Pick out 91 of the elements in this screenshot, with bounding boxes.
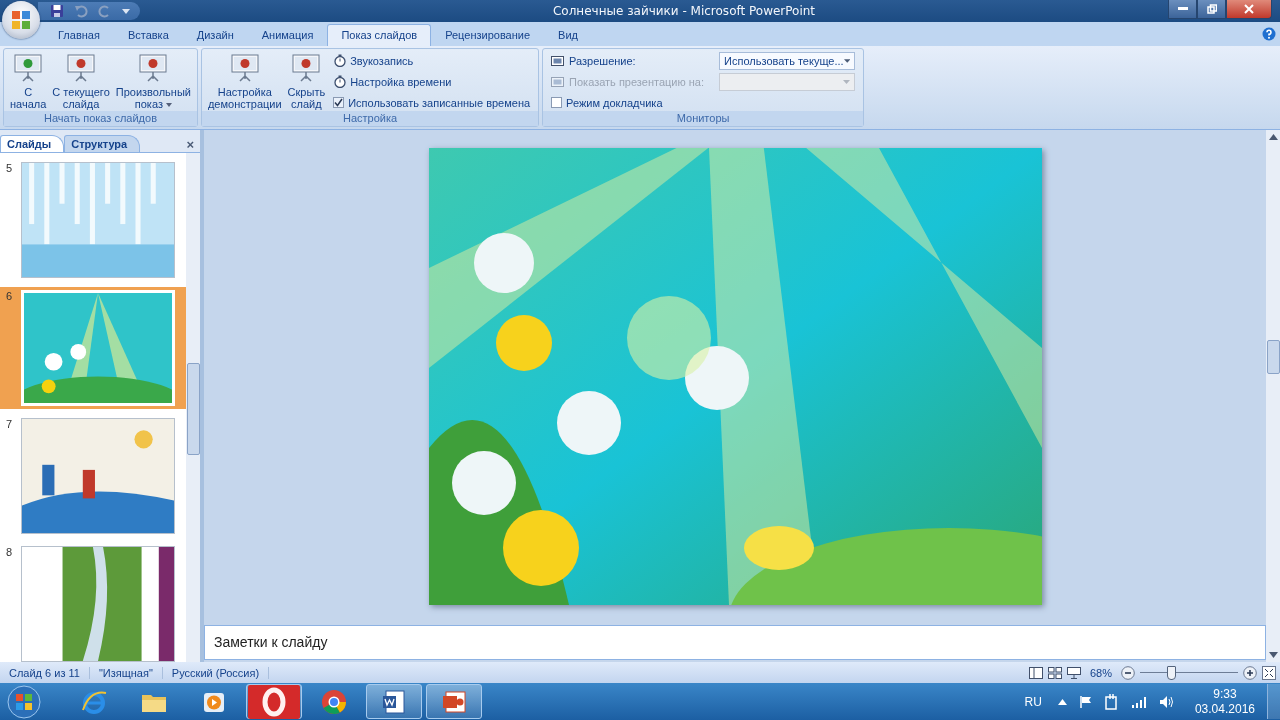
group-label: Настройка: [201, 111, 539, 126]
scroll-up-icon[interactable]: [1268, 134, 1278, 140]
slide-thumbnail-row[interactable]: 7: [0, 415, 186, 537]
start-button[interactable]: [6, 683, 42, 720]
group-label: Начать показ слайдов: [4, 111, 197, 126]
zoom-level[interactable]: 68%: [1089, 666, 1112, 679]
slide-number: 8: [6, 546, 14, 558]
office-button[interactable]: [2, 1, 40, 39]
signal-icon[interactable]: [1130, 694, 1147, 709]
checkbox[interactable]: [333, 97, 345, 108]
status-text: Слайд 6 из 11: [0, 666, 90, 679]
dropdown-label: Разрешение:: [569, 54, 637, 67]
ribbon-button[interactable]: Настройка времени: [350, 75, 452, 88]
panel-tab[interactable]: Слайды: [0, 135, 65, 152]
dropdown[interactable]: Использовать текуще...: [719, 51, 856, 70]
ribbon-tab[interactable]: Рецензирование: [431, 24, 545, 46]
clock-time: 9:33: [1213, 686, 1237, 702]
panel-tab[interactable]: Структура: [64, 135, 141, 152]
clock-date: 03.04.2016: [1194, 701, 1255, 717]
taskbar-button[interactable]: [366, 684, 422, 719]
projector-icon: [290, 52, 323, 84]
big-button-label[interactable]: Скрыть слайд: [287, 86, 326, 110]
big-button-label[interactable]: Произвольный показ: [115, 86, 191, 110]
projector-icon: [65, 52, 98, 84]
normal-view-icon[interactable]: [1028, 666, 1043, 679]
projector-icon: [228, 52, 261, 84]
ribbon-tab[interactable]: Главная: [44, 24, 114, 46]
close-button[interactable]: ×: [186, 137, 194, 152]
status-text: "Изящная": [89, 666, 163, 679]
slide-thumbnail-row[interactable]: 8: [0, 543, 186, 662]
slide-thumbnail-row[interactable]: 5: [0, 159, 186, 281]
stopwatch-icon: [333, 54, 347, 67]
save-icon[interactable]: [50, 4, 64, 18]
flag-icon[interactable]: [1078, 694, 1093, 709]
stopwatch-icon: [333, 75, 347, 88]
monitor-icon: [551, 75, 566, 88]
group-label: Мониторы: [543, 111, 864, 126]
slide-number: 6: [6, 290, 14, 302]
checkbox-label: Режим докладчика: [566, 96, 663, 109]
ribbon-tab[interactable]: Анимация: [247, 24, 328, 46]
ribbon-tab[interactable]: Вставка: [113, 24, 183, 46]
minimize-icon: [1177, 7, 1188, 11]
notes-field[interactable]: Заметки к слайду: [204, 625, 1266, 660]
slide-number: 5: [6, 162, 14, 174]
ribbon-tab[interactable]: Показ слайдов: [327, 24, 432, 46]
grid-view-icon[interactable]: [1047, 666, 1062, 679]
fit-to-window-icon[interactable]: [1262, 665, 1276, 680]
big-button-label[interactable]: С начала: [10, 86, 47, 110]
logo: [9, 8, 33, 32]
big-button-label[interactable]: Настройка демонстрации: [207, 86, 282, 110]
slide-number: 7: [6, 418, 14, 430]
tray-arrow-icon[interactable]: [1057, 698, 1067, 705]
scrollbar[interactable]: [186, 153, 200, 662]
slider-thumb[interactable]: [1167, 665, 1177, 680]
browser-icon: [248, 684, 300, 719]
zoom-out-icon[interactable]: [1121, 665, 1135, 680]
projector-icon[interactable]: [1066, 666, 1081, 679]
status-text: Русский (Россия): [162, 666, 270, 679]
browser-icon: [320, 687, 348, 716]
restore-button[interactable]: [1197, 0, 1226, 19]
big-button-label[interactable]: С текущего слайда: [52, 86, 110, 110]
checkbox[interactable]: [551, 97, 563, 108]
help-icon[interactable]: [1262, 27, 1276, 41]
monitor-icon: [551, 54, 566, 67]
taskbar-button[interactable]: [246, 684, 302, 719]
restore-icon: [1206, 4, 1217, 14]
ribbon-button[interactable]: Звукозапись: [350, 54, 414, 67]
scroll-down-icon[interactable]: [1268, 652, 1278, 658]
projector-icon: [12, 52, 45, 84]
minimize-button[interactable]: [1168, 0, 1197, 19]
ribbon-tab[interactable]: Вид: [544, 24, 592, 46]
caret-icon: [843, 79, 851, 84]
taskbar-button[interactable]: [426, 684, 482, 719]
close-button[interactable]: [1226, 0, 1272, 19]
battery-icon[interactable]: [1104, 693, 1119, 710]
speaker-icon[interactable]: [1158, 694, 1175, 709]
zoom-in-icon[interactable]: [1243, 665, 1257, 680]
close-icon: [1244, 4, 1254, 14]
checkbox-label: Использовать записанные времена: [348, 96, 531, 109]
caret-icon: [843, 58, 851, 63]
scroll-thumb[interactable]: [186, 363, 200, 455]
scroll-thumb[interactable]: [1266, 340, 1280, 374]
window-title: Солнечные зайчики - Microsoft PowerPoint: [551, 4, 817, 18]
projector-icon: [137, 52, 170, 84]
slide-thumbnail-row[interactable]: 6: [0, 287, 186, 409]
dropdown-label: Показать презентацию на:: [569, 75, 705, 88]
language-indicator[interactable]: RU: [1024, 694, 1042, 709]
document-icon: [380, 687, 408, 716]
scrollbar[interactable]: [1266, 130, 1280, 662]
ribbon-tab[interactable]: Дизайн: [182, 24, 248, 46]
customize-caret-icon[interactable]: [122, 7, 130, 15]
